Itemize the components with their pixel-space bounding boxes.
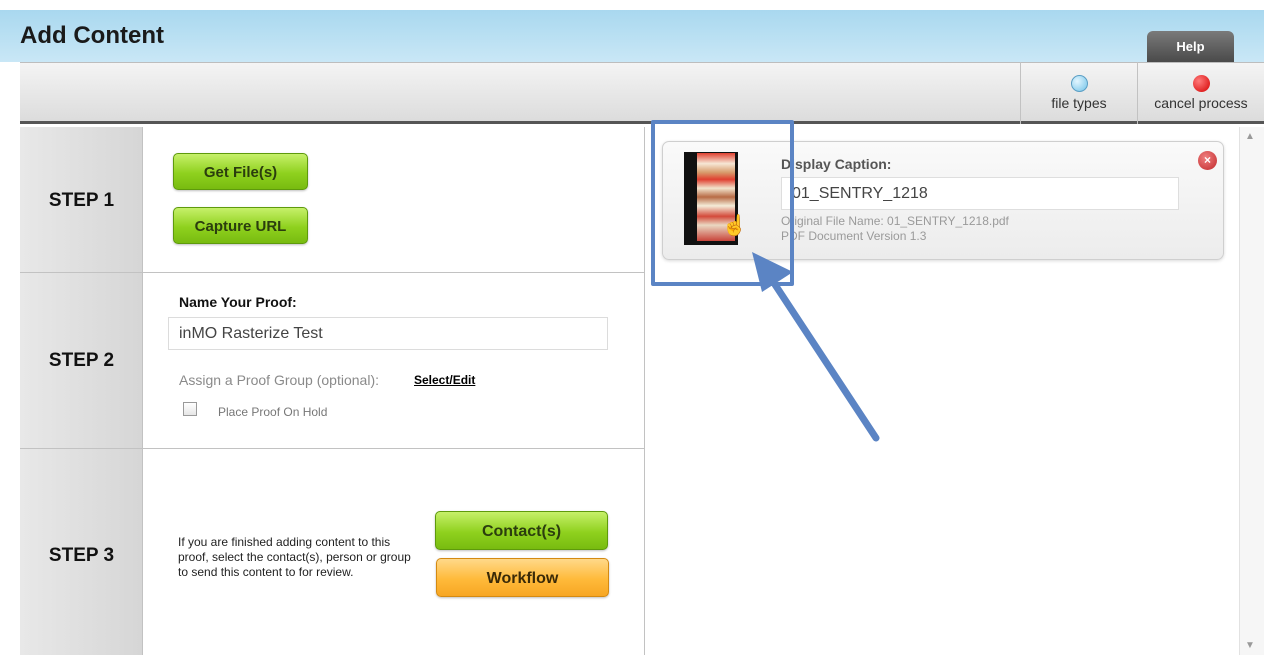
annotation-arrow xyxy=(752,252,880,442)
